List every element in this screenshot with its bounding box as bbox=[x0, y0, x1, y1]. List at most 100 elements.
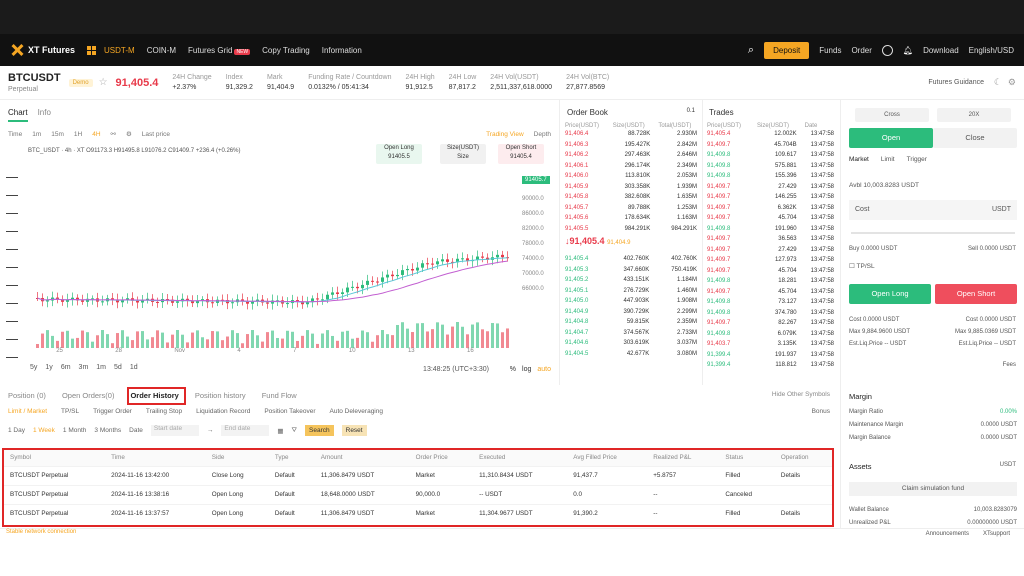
assets-unit-select[interactable]: USDT bbox=[1000, 462, 1016, 468]
step-select[interactable]: 0.1 bbox=[687, 108, 695, 117]
subtab-trigger-order[interactable]: Trigger Order bbox=[93, 408, 132, 415]
percent-toggle[interactable]: % bbox=[510, 366, 516, 373]
bid-row[interactable]: 91,405.4 402.760K 402.760K bbox=[561, 254, 701, 265]
trade-row[interactable]: 91,405.4 12.002K 13:47:58 bbox=[703, 129, 838, 140]
ask-row[interactable]: 91,405.9 303.358K 1.939M bbox=[561, 182, 701, 193]
open-short-box[interactable]: Open Short 91405.4 bbox=[498, 144, 544, 164]
tf-4h[interactable]: 4H bbox=[92, 131, 100, 138]
tab-position-history[interactable]: Position history bbox=[195, 391, 246, 400]
ruler-icon[interactable] bbox=[6, 314, 18, 322]
hline-icon[interactable] bbox=[6, 206, 18, 214]
end-date-input[interactable]: End date bbox=[221, 425, 270, 436]
trade-row[interactable]: 91,409.8 73.127 13:47:58 bbox=[703, 297, 838, 308]
tab-position[interactable]: Position (0) bbox=[8, 391, 46, 400]
fib-icon[interactable] bbox=[6, 242, 18, 250]
tf-1h[interactable]: 1H bbox=[74, 131, 82, 138]
trade-row[interactable]: 91,409.8 6.079K 13:47:58 bbox=[703, 329, 838, 340]
search-button[interactable]: Search bbox=[305, 425, 334, 436]
ask-row[interactable]: 91,406.3 195.427K 2.842M bbox=[561, 140, 701, 151]
tab-fund-flow[interactable]: Fund Flow bbox=[262, 391, 297, 400]
order-menu[interactable]: Order bbox=[851, 46, 871, 55]
open-long-box[interactable]: Open Long 91405.5 bbox=[376, 144, 422, 164]
subtab-position-takeover[interactable]: Position Takeover bbox=[264, 408, 315, 415]
settings-icon[interactable]: ⚙ bbox=[126, 130, 132, 138]
trade-row[interactable]: 91,409.8 18.281 13:47:58 bbox=[703, 276, 838, 287]
nav-copy-trading[interactable]: Copy Trading bbox=[262, 46, 310, 55]
depth-toggle[interactable]: Depth bbox=[534, 131, 551, 138]
start-date-input[interactable]: Start date bbox=[150, 425, 199, 436]
trendline-icon[interactable] bbox=[6, 188, 18, 196]
trading-view-toggle[interactable]: Trading View bbox=[486, 131, 524, 138]
order-type-trigger[interactable]: Trigger bbox=[907, 156, 927, 163]
filter-3-months[interactable]: 3 Months bbox=[94, 427, 121, 434]
trade-row[interactable]: 91,409.7 6.362K 13:47:58 bbox=[703, 203, 838, 214]
support-link[interactable]: XTsupport bbox=[983, 531, 1010, 537]
tf-1m[interactable]: 1m bbox=[32, 131, 41, 138]
subtab-trailing-stop[interactable]: Trailing Stop bbox=[146, 408, 182, 415]
candlestick-chart[interactable] bbox=[30, 148, 520, 348]
bid-row[interactable]: 91,404.6 303.619K 3.037M bbox=[561, 338, 701, 349]
period-1m[interactable]: 1m bbox=[96, 364, 106, 371]
trade-row[interactable]: 91,409.8 191.960 13:47:58 bbox=[703, 224, 838, 235]
auto-toggle[interactable]: auto bbox=[537, 366, 551, 373]
details-link[interactable]: Details bbox=[774, 503, 832, 523]
user-icon[interactable] bbox=[881, 44, 893, 56]
funds-menu[interactable]: Funds bbox=[819, 46, 841, 55]
tf-time[interactable]: Time bbox=[8, 131, 22, 138]
trade-row[interactable]: 91,399.4 118.812 13:47:58 bbox=[703, 360, 838, 371]
subtab-liquidation-record[interactable]: Liquidation Record bbox=[196, 408, 250, 415]
subtab-limit-market[interactable]: Limit / Market bbox=[8, 408, 47, 415]
tab-info[interactable]: Info bbox=[38, 108, 51, 122]
announcements-link[interactable]: Announcements bbox=[926, 531, 969, 537]
deposit-button[interactable]: Deposit bbox=[764, 41, 810, 59]
bid-row[interactable]: 91,404.7 374.567K 2.733M bbox=[561, 328, 701, 339]
zoom-icon[interactable] bbox=[6, 332, 18, 340]
bid-row[interactable]: 91,405.3 347.660K 750.419K bbox=[561, 265, 701, 276]
leverage-select[interactable]: 20X bbox=[937, 108, 1011, 122]
trade-row[interactable]: 91,409.7 45.704 13:47:58 bbox=[703, 213, 838, 224]
trade-row[interactable]: 91,409.7 27.429 13:47:58 bbox=[703, 182, 838, 193]
ask-row[interactable]: 91,406.1 296.174K 2.349M bbox=[561, 161, 701, 172]
bid-row[interactable]: 91,405.0 447.903K 1.908M bbox=[561, 296, 701, 307]
filter-1-week[interactable]: 1 Week bbox=[33, 427, 55, 434]
settings-gear-icon[interactable]: ⚙ bbox=[1008, 77, 1016, 88]
indicator-icon[interactable]: ⚯ bbox=[111, 130, 116, 138]
logo[interactable]: XT Futures bbox=[10, 43, 75, 57]
tpsl-checkbox[interactable]: ☐ TP/SL bbox=[849, 262, 875, 270]
trade-row[interactable]: 91,409.7 127.973 13:47:58 bbox=[703, 255, 838, 266]
ask-row[interactable]: 91,406.2 297.463K 2.646M bbox=[561, 150, 701, 161]
bell-icon[interactable]: 🔔︎ bbox=[903, 46, 913, 55]
details-link[interactable] bbox=[774, 484, 832, 504]
trade-row[interactable]: 91,409.8 109.617 13:47:58 bbox=[703, 150, 838, 161]
bid-row[interactable]: 91,404.9 390.729K 2.299M bbox=[561, 307, 701, 318]
text-icon[interactable] bbox=[6, 278, 18, 286]
trade-row[interactable]: 91,409.7 45.704 13:47:58 bbox=[703, 266, 838, 277]
bid-row[interactable]: 91,405.1 276.729K 1.460M bbox=[561, 286, 701, 297]
subtab-tpsl[interactable]: TP/SL bbox=[61, 408, 79, 415]
cost-input[interactable]: Cost USDT bbox=[849, 200, 1017, 220]
ask-row[interactable]: 91,406.0 113.810K 2.053M bbox=[561, 171, 701, 182]
nav-futures-grid[interactable]: Futures Grid NEW bbox=[188, 46, 251, 55]
trade-row[interactable]: 91,409.7 45.704B 13:47:58 bbox=[703, 140, 838, 151]
period-3m[interactable]: 3m bbox=[79, 364, 89, 371]
bid-row[interactable]: 91,405.2 433.151K 1.184M bbox=[561, 275, 701, 286]
price-type-select[interactable]: Last price bbox=[142, 131, 170, 138]
ask-row[interactable]: 91,405.6 178.634K 1.163M bbox=[561, 213, 701, 224]
download-link[interactable]: Download bbox=[923, 46, 959, 55]
apps-grid-icon[interactable] bbox=[87, 45, 97, 55]
open-short-button[interactable]: Open Short bbox=[935, 284, 1017, 304]
filter-1-day[interactable]: 1 Day bbox=[8, 427, 25, 434]
ask-row[interactable]: 91,405.5 984.291K 984.291K bbox=[561, 224, 701, 235]
ask-row[interactable]: 91,405.7 89.788K 1.253M bbox=[561, 203, 701, 214]
claim-fund-button[interactable]: Claim simulation fund bbox=[849, 482, 1017, 496]
bid-row[interactable]: 91,404.5 42.677K 3.080M bbox=[561, 349, 701, 360]
amount-slider[interactable] bbox=[851, 232, 1015, 234]
futures-guidance-link[interactable]: Futures Guidance bbox=[928, 79, 984, 86]
nav-coin-m[interactable]: COIN-M bbox=[147, 46, 176, 55]
trade-row[interactable]: 91,409.7 45.704 13:47:58 bbox=[703, 287, 838, 298]
trade-row[interactable]: 91,403.7 3.135K 13:47:58 bbox=[703, 339, 838, 350]
close-tab-button[interactable]: Close bbox=[933, 128, 1017, 148]
calendar-icon[interactable]: ▦ bbox=[277, 427, 283, 435]
trade-row[interactable]: 91,409.7 82.267 13:47:58 bbox=[703, 318, 838, 329]
period-1y[interactable]: 1y bbox=[45, 364, 52, 371]
